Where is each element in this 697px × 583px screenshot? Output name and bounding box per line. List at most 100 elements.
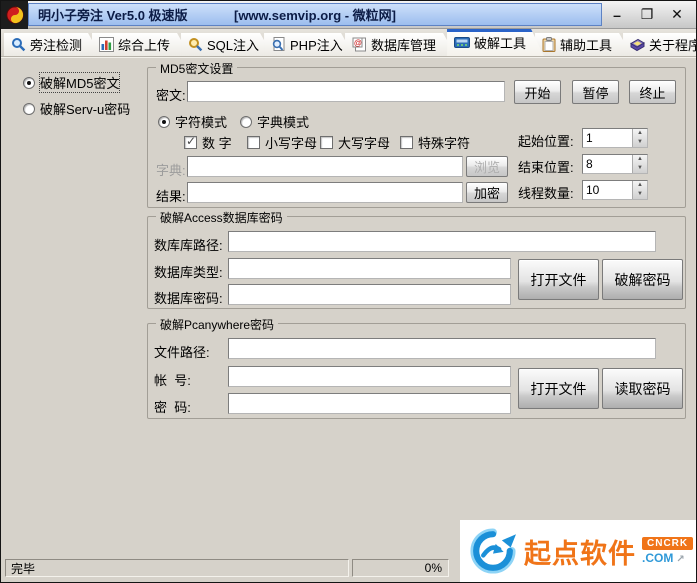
radio-dict-mode[interactable]: 字典模式	[240, 112, 309, 131]
checkbox-label: 小写字母	[265, 133, 317, 152]
file-path-input[interactable]	[228, 338, 656, 359]
thread-count-label: 线程数量:	[518, 183, 574, 202]
result-input[interactable]	[187, 182, 463, 203]
watermark-badge-stack: CNCRK .COM↗	[642, 537, 693, 565]
db-type-input[interactable]	[228, 258, 511, 279]
checkbox-icon	[320, 136, 333, 149]
magnifier-yellow-icon	[188, 37, 203, 52]
ciphertext-input[interactable]	[187, 81, 505, 102]
pause-button[interactable]: 暂停	[572, 80, 619, 104]
account-label: 帐 号:	[154, 370, 191, 389]
maximize-button[interactable]: ❐	[636, 5, 658, 24]
thread-count-value[interactable]	[583, 181, 632, 199]
radio-crack-md5[interactable]: 破解MD5密文	[23, 73, 119, 92]
access-crack-group: 破解Access数据库密码 数库库路径: 数据库类型: 数据库密码: 打开文件 …	[147, 216, 686, 309]
watermark-tld: .COM↗	[642, 551, 685, 565]
access-crack-password-button[interactable]: 破解密码	[602, 259, 683, 300]
radio-label: 字符模式	[175, 112, 227, 131]
minimize-button[interactable]: –	[606, 5, 628, 24]
tab-about[interactable]: 关于程序	[623, 33, 697, 56]
radio-crack-servu[interactable]: 破解Serv-u密码	[23, 99, 130, 118]
title-bar[interactable]: 明小子旁注 Ver5.0 极速版 [www.semvip.org - 微粒网] …	[1, 1, 696, 29]
checkbox-label: 特殊字符	[418, 133, 470, 152]
database-page-icon: @	[352, 37, 367, 52]
dict-input[interactable]	[187, 156, 463, 177]
checkbox-label: 数 字	[202, 133, 232, 152]
checkbox-icon	[400, 136, 413, 149]
checkbox-uppercase[interactable]: 大写字母	[320, 133, 390, 152]
radio-icon	[158, 116, 170, 128]
spinner-arrows: ▲▼	[632, 181, 647, 199]
end-pos-label: 结束位置:	[518, 157, 574, 176]
pca-read-password-button[interactable]: 读取密码	[602, 368, 683, 409]
magnifier-page-icon	[271, 37, 286, 52]
tab-label: 关于程序	[649, 35, 697, 54]
tab-label: 旁注检测	[30, 35, 82, 54]
tab-helper-tools[interactable]: 辅助工具	[535, 33, 632, 56]
ciphertext-label: 密文:	[156, 85, 186, 104]
tab-label: PHP注入	[290, 35, 343, 54]
checkbox-special-chars[interactable]: 特殊字符	[400, 133, 470, 152]
app-icon-area	[1, 1, 28, 29]
result-label: 结果:	[156, 186, 186, 205]
end-pos-value[interactable]	[583, 155, 632, 173]
close-button[interactable]: ✕	[666, 5, 688, 24]
spinner-arrows: ▲▼	[632, 155, 647, 173]
encrypt-button[interactable]: 加密	[466, 182, 508, 203]
db-path-label: 数库库路径:	[154, 235, 223, 254]
watermark-badge: CNCRK	[642, 537, 693, 550]
tab-php-injection[interactable]: PHP注入	[264, 33, 354, 56]
spinner-down-icon[interactable]: ▼	[633, 164, 647, 173]
window-title: 明小子旁注 Ver5.0 极速版	[38, 5, 188, 24]
spinner-up-icon[interactable]: ▲	[633, 181, 647, 190]
checkbox-digits[interactable]: 数 字	[184, 133, 232, 152]
start-pos-value[interactable]	[583, 129, 632, 147]
tab-side-note-check[interactable]: 旁注检测	[4, 33, 101, 56]
start-pos-spinner[interactable]: ▲▼	[582, 128, 648, 148]
toolbox-icon	[454, 36, 470, 49]
yin-yang-app-icon	[6, 6, 24, 24]
spinner-down-icon[interactable]: ▼	[633, 190, 647, 199]
checkbox-icon	[184, 136, 197, 149]
tab-sql-injection[interactable]: SQL注入	[181, 33, 273, 56]
stop-button[interactable]: 终止	[629, 80, 676, 104]
title-strip: 明小子旁注 Ver5.0 极速版 [www.semvip.org - 微粒网]	[28, 3, 602, 26]
svg-text:@: @	[354, 39, 362, 48]
cncrk-logo-icon	[470, 528, 516, 574]
spinner-up-icon[interactable]: ▲	[633, 129, 647, 138]
db-path-input[interactable]	[228, 231, 656, 252]
checkbox-lowercase[interactable]: 小写字母	[247, 133, 317, 152]
cncrk-watermark: 起点软件 CNCRK .COM↗	[460, 520, 696, 582]
tab-upload[interactable]: 综合上传	[92, 33, 190, 56]
tab-crack-tools[interactable]: 破解工具	[447, 29, 544, 56]
tab-label: 破解工具	[474, 33, 526, 52]
password-input[interactable]	[228, 393, 511, 414]
radio-icon	[23, 103, 35, 115]
radio-icon	[23, 77, 35, 89]
tab-label: 数据库管理	[371, 35, 436, 54]
spinner-up-icon[interactable]: ▲	[633, 155, 647, 164]
spinner-arrows: ▲▼	[632, 129, 647, 147]
db-password-label: 数据库密码:	[154, 288, 223, 307]
access-open-file-button[interactable]: 打开文件	[518, 259, 599, 300]
tab-database-manage[interactable]: @ 数据库管理	[345, 33, 456, 56]
password-label: 密 码:	[154, 397, 191, 416]
dict-label: 字典:	[156, 160, 186, 179]
account-input[interactable]	[228, 366, 511, 387]
pca-open-file-button[interactable]: 打开文件	[518, 368, 599, 409]
group-title: 破解Access数据库密码	[156, 209, 287, 226]
db-password-input[interactable]	[228, 284, 511, 305]
window-controls: – ❐ ✕	[606, 5, 688, 24]
radio-label: 字典模式	[257, 112, 309, 131]
start-button[interactable]: 开始	[514, 80, 561, 104]
tab-bar: 旁注检测 综合上传 SQL注入 PHP注入 @ 数据库管理	[1, 29, 696, 57]
thread-count-spinner[interactable]: ▲▼	[582, 180, 648, 200]
end-pos-spinner[interactable]: ▲▼	[582, 154, 648, 174]
spinner-down-icon[interactable]: ▼	[633, 138, 647, 147]
browse-button[interactable]: 浏览	[466, 156, 508, 177]
checkbox-label: 大写字母	[338, 133, 390, 152]
radio-char-mode[interactable]: 字符模式	[158, 112, 227, 131]
clipboard-icon	[542, 37, 556, 52]
progress-text: 0%	[425, 561, 442, 575]
start-pos-label: 起始位置:	[518, 131, 574, 150]
